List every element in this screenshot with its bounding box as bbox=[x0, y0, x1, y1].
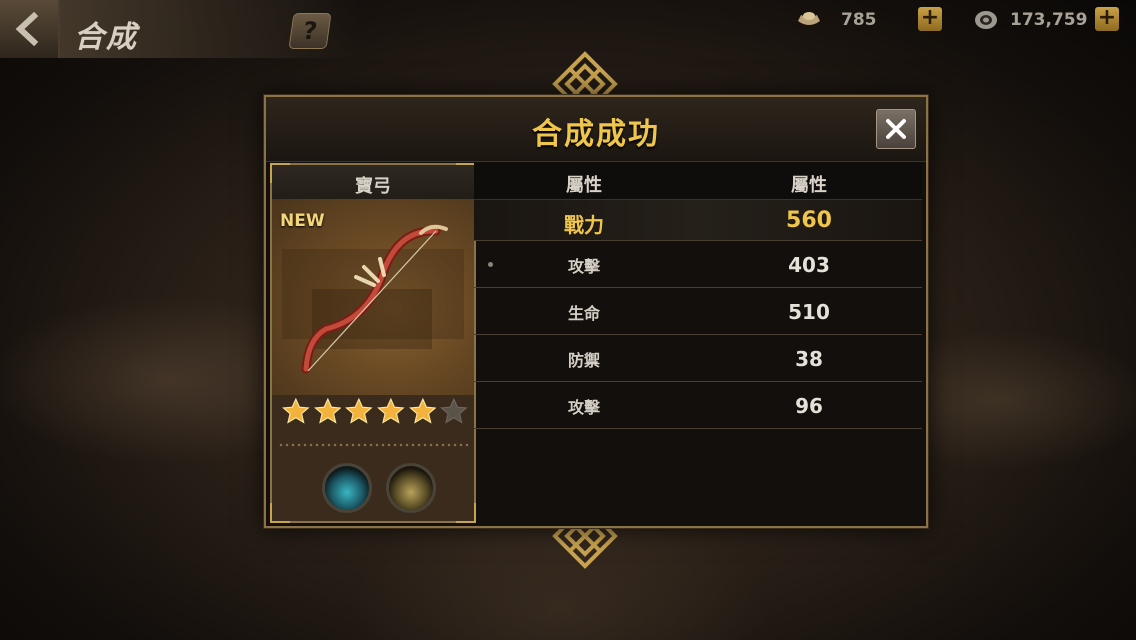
silver-coin-icon bbox=[972, 8, 1000, 32]
silver-amount: 173,759 bbox=[1010, 10, 1088, 30]
add-gold-button[interactable]: + bbox=[918, 7, 942, 31]
stat-value: 403 bbox=[788, 253, 830, 277]
corner-ornament bbox=[270, 163, 290, 183]
dotted-divider bbox=[278, 443, 468, 447]
bullet-icon bbox=[488, 262, 493, 267]
synthesis-result-dialog: 合成成功 寶弓 NEW 屬性 屬性 戰力 560 攻擊 403 生命 510 防… bbox=[264, 95, 928, 528]
stat-value: 96 bbox=[795, 394, 823, 418]
item-name-bar: 寶弓 bbox=[272, 165, 474, 200]
gold-ingot-icon bbox=[795, 8, 823, 32]
stat-label: 防禦 bbox=[567, 351, 600, 370]
dialog-header: 合成成功 bbox=[266, 97, 926, 162]
star-filled-icon bbox=[282, 397, 310, 424]
power-label: 戰力 bbox=[564, 213, 604, 237]
stat-row: 生命 510 bbox=[474, 288, 922, 335]
page-title: 合成 bbox=[74, 20, 138, 55]
gem-socket-gold[interactable] bbox=[386, 463, 436, 513]
add-silver-button[interactable]: + bbox=[1095, 7, 1119, 31]
dialog-title: 合成成功 bbox=[532, 117, 660, 152]
star-rating bbox=[282, 397, 469, 427]
chevron-left-icon bbox=[15, 12, 39, 46]
stat-value: 510 bbox=[788, 300, 830, 324]
new-tag: NEW bbox=[280, 211, 325, 231]
corner-ornament bbox=[270, 503, 290, 523]
star-filled-icon bbox=[345, 397, 373, 424]
stats-header: 屬性 屬性 bbox=[474, 163, 922, 200]
bow-icon bbox=[301, 224, 448, 374]
stat-row: 攻擊 96 bbox=[474, 382, 922, 429]
header-attribute-label: 屬性 bbox=[566, 175, 602, 196]
stat-row: 攻擊 403 bbox=[474, 241, 922, 288]
plus-icon: + bbox=[1095, 7, 1119, 31]
stat-label: 攻擊 bbox=[567, 398, 600, 417]
stats-table: 屬性 屬性 戰力 560 攻擊 403 生命 510 防禦 38 攻擊 96 bbox=[474, 163, 922, 429]
close-button[interactable] bbox=[876, 109, 916, 149]
gold-amount: 785 bbox=[841, 10, 877, 30]
gem-socket-teal[interactable] bbox=[322, 463, 372, 513]
item-portrait: NEW bbox=[272, 199, 474, 395]
power-value: 560 bbox=[786, 208, 832, 233]
back-button[interactable] bbox=[0, 0, 60, 58]
star-filled-icon bbox=[313, 397, 342, 424]
star-filled-icon bbox=[377, 397, 405, 424]
power-row: 戰力 560 bbox=[474, 200, 922, 241]
plus-icon: + bbox=[918, 7, 942, 31]
silver-currency: 173,759 bbox=[972, 6, 1087, 34]
star-filled-icon bbox=[408, 397, 437, 424]
close-icon bbox=[886, 119, 906, 139]
stat-label: 生命 bbox=[567, 304, 600, 323]
star-empty-icon bbox=[440, 397, 469, 424]
item-card: 寶弓 NEW bbox=[270, 163, 476, 523]
corner-ornament bbox=[456, 163, 476, 183]
stat-row: 防禦 38 bbox=[474, 335, 922, 382]
stat-label: 攻擊 bbox=[567, 257, 600, 276]
corner-ornament bbox=[456, 503, 476, 523]
header-attribute-value: 屬性 bbox=[791, 175, 827, 196]
knot-ornament-top bbox=[552, 51, 618, 100]
help-button[interactable]: ? bbox=[288, 13, 332, 49]
gold-currency: 785 bbox=[795, 6, 877, 34]
stat-value: 38 bbox=[795, 347, 823, 371]
item-name: 寶弓 bbox=[355, 176, 391, 197]
